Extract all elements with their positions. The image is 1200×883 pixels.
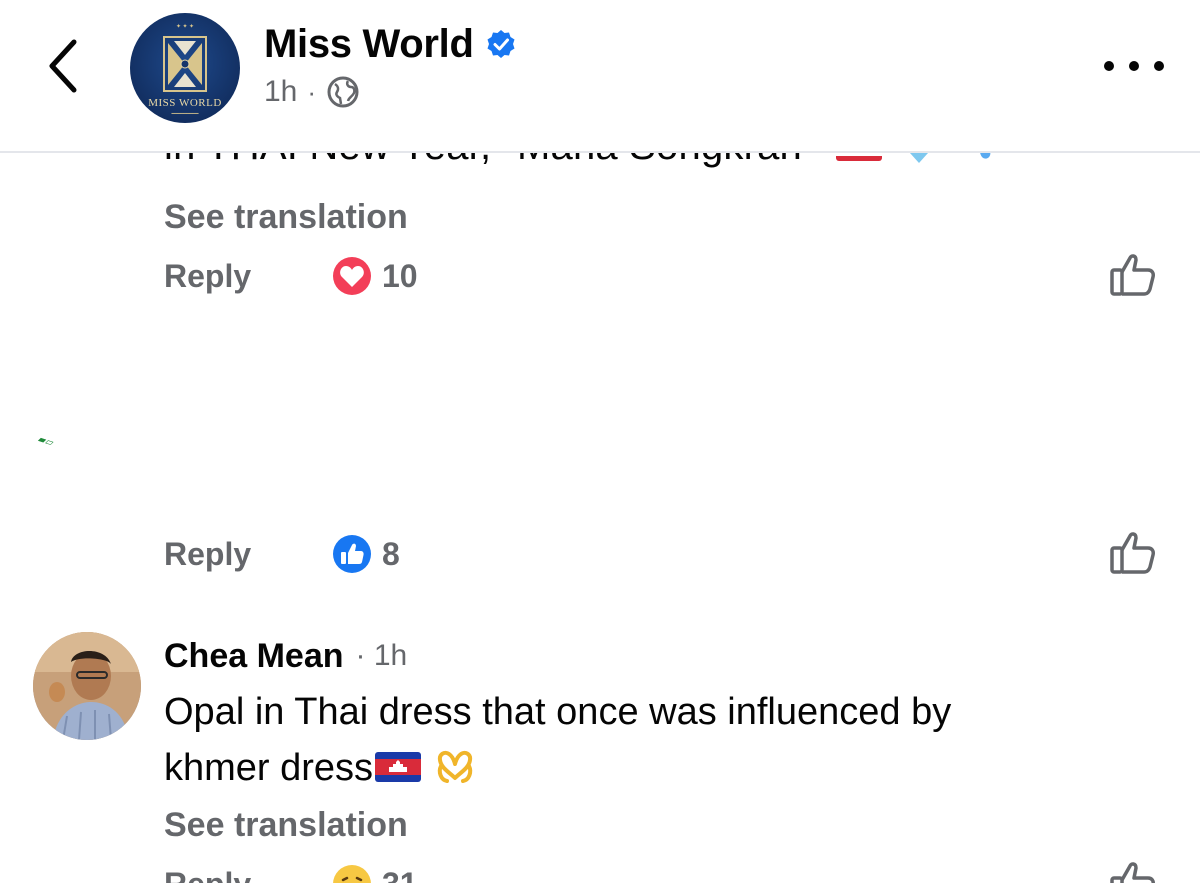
comment-text: Opal in Thai dress that once was influen…	[164, 684, 1144, 796]
more-options-icon-dot	[1104, 61, 1114, 71]
reply-button[interactable]: Reply	[164, 258, 330, 295]
comment-text-line2: khmer dress	[164, 747, 374, 789]
avatar-subtext: ━━━━━━━━━	[171, 111, 199, 117]
comment-header: Chea Mean · 1h	[164, 634, 407, 678]
comment-time-value: 1h	[373, 639, 408, 672]
avatar-label: MISS WORLD	[148, 97, 222, 109]
verified-badge-icon	[487, 30, 515, 58]
avatar-top-text: ✦ ✦ ✦	[175, 24, 195, 30]
see-translation-link[interactable]: See translation	[164, 806, 408, 845]
cambodia-flag-icon	[375, 752, 422, 782]
post-time: 1h	[264, 75, 298, 108]
reaction-count: 31	[382, 866, 418, 883]
reaction-summary[interactable]: 31	[330, 862, 418, 883]
reply-button[interactable]: Reply	[164, 536, 330, 573]
heart-hands-icon	[437, 750, 473, 783]
page-avatar[interactable]: ✦ ✦ ✦ MISS WORLD ━━━━━━━━━	[130, 13, 240, 123]
see-translation-link[interactable]: See translation	[164, 198, 408, 237]
reaction-summary[interactable]: 8	[330, 532, 400, 576]
comment-text-line: Opal in Thai dress that once was influen…	[164, 691, 952, 733]
stray-mark: ▰▱	[36, 433, 55, 450]
post-header: ✦ ✦ ✦ MISS WORLD ━━━━━━━━━ Miss World 1h…	[0, 0, 1200, 153]
like-reaction-icon	[331, 533, 373, 575]
page-name[interactable]: Miss World	[264, 22, 474, 67]
comment-actions: Reply 8	[164, 532, 400, 576]
comment-text-line: khmer dress	[164, 740, 1144, 796]
commenter-avatar[interactable]	[33, 632, 141, 740]
reply-button[interactable]: Reply	[164, 866, 330, 883]
like-outline-icon[interactable]	[1108, 860, 1158, 883]
back-button[interactable]	[38, 34, 90, 98]
meta-separator: ·	[307, 76, 317, 107]
like-outline-icon[interactable]	[1108, 252, 1158, 298]
reaction-count: 8	[382, 535, 400, 572]
reaction-summary[interactable]: 10	[330, 254, 418, 298]
reaction-count: 10	[382, 257, 418, 294]
comment-actions: Reply 31	[164, 862, 418, 883]
post-meta: 1h ·	[264, 72, 360, 112]
heart-reaction-icon	[331, 255, 373, 297]
comment-actions: Reply 10	[164, 254, 418, 298]
comment-time: · 1h	[356, 639, 408, 673]
more-options-icon-dot	[1129, 61, 1139, 71]
miss-world-emblem-icon	[163, 36, 207, 92]
time-separator: ·	[355, 639, 366, 672]
comment-author[interactable]: Chea Mean	[164, 637, 344, 676]
more-options-button[interactable]	[1104, 50, 1164, 82]
page-name-row: Miss World	[264, 18, 516, 70]
like-outline-icon[interactable]	[1108, 530, 1158, 576]
commenter-photo	[33, 632, 141, 740]
haha-reaction-icon	[331, 863, 373, 883]
back-chevron-icon	[49, 39, 77, 93]
more-options-icon-dot	[1154, 61, 1164, 71]
globe-icon	[327, 76, 359, 108]
